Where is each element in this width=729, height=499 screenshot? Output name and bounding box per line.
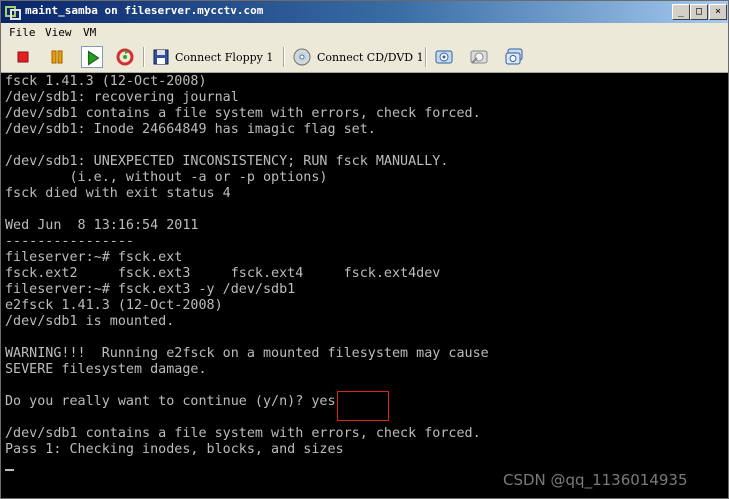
connect-cd-dvd-button[interactable]: Connect CD/DVD 1 bbox=[317, 51, 424, 64]
menu-file[interactable]: File bbox=[9, 26, 36, 39]
terminal-line: e2fsck 1.41.3 (12-Oct-2008) bbox=[5, 298, 223, 313]
connect-floppy-button[interactable]: Connect Floppy 1 bbox=[175, 51, 273, 64]
terminal-line: fsck.ext2 fsck.ext3 fsck.ext4 fsck.ext4d… bbox=[5, 266, 441, 281]
minimize-button[interactable]: _ bbox=[672, 4, 690, 20]
menu-vm[interactable]: VM bbox=[83, 26, 96, 39]
floppy-icon[interactable] bbox=[150, 46, 172, 68]
manage-snapshots-icon[interactable] bbox=[503, 46, 525, 68]
menu-view[interactable]: View bbox=[45, 26, 72, 39]
terminal-line: Pass 1: Checking inodes, blocks, and siz… bbox=[5, 442, 344, 457]
text-cursor bbox=[5, 469, 14, 471]
terminal-output: fsck 1.41.3 (12-Oct-2008)/dev/sdb1: reco… bbox=[5, 74, 489, 458]
close-button[interactable]: × bbox=[709, 4, 727, 20]
reset-button[interactable] bbox=[114, 46, 136, 68]
stop-button[interactable] bbox=[12, 46, 34, 68]
terminal-line: fileserver:~# fsck.ext3 -y /dev/sdb1 bbox=[5, 282, 296, 297]
maximize-button[interactable]: □ bbox=[690, 4, 708, 20]
terminal-line: WARNING!!! Running e2fsck on a mounted f… bbox=[5, 346, 489, 361]
watermark: CSDN @qq_1136014935 bbox=[503, 471, 688, 489]
pause-icon bbox=[51, 50, 63, 64]
terminal-line: Wed Jun 8 13:16:54 2011 bbox=[5, 218, 199, 233]
terminal-line: ---------------- bbox=[5, 234, 134, 249]
vm-console-screen[interactable]: fsck 1.41.3 (12-Oct-2008)/dev/sdb1: reco… bbox=[1, 73, 728, 498]
terminal-line: (i.e., without -a or -p options) bbox=[5, 170, 328, 185]
play-icon bbox=[88, 50, 100, 66]
pause-button[interactable] bbox=[46, 46, 68, 68]
play-button[interactable] bbox=[81, 46, 103, 68]
window-title: maint_samba on fileserver.mycctv.com bbox=[25, 4, 264, 17]
vm-app-icon bbox=[5, 4, 21, 20]
stop-icon bbox=[17, 51, 29, 63]
terminal-line: /dev/sdb1 contains a file system with er… bbox=[5, 106, 481, 121]
terminal-line: /dev/sdb1: UNEXPECTED INCONSISTENCY; RUN… bbox=[5, 154, 449, 169]
toolbar: Connect Floppy 1 Connect CD/DVD 1 bbox=[1, 42, 728, 73]
toolbar-separator bbox=[425, 47, 427, 67]
toolbar-separator bbox=[283, 47, 285, 67]
title-bar[interactable]: maint_samba on fileserver.mycctv.com _ □… bbox=[1, 1, 728, 23]
terminal-line: /dev/sdb1: Inode 24664849 has imagic fla… bbox=[5, 122, 376, 137]
terminal-line: fsck died with exit status 4 bbox=[5, 186, 231, 201]
terminal-line: /dev/sdb1 is mounted. bbox=[5, 314, 175, 329]
menu-bar: File View VM bbox=[1, 23, 728, 42]
terminal-line: Do you really want to continue (y/n)? ye… bbox=[5, 394, 336, 409]
terminal-line: fsck 1.41.3 (12-Oct-2008) bbox=[5, 74, 207, 89]
revert-snapshot-icon[interactable] bbox=[468, 46, 490, 68]
cd-dvd-icon[interactable] bbox=[291, 46, 313, 68]
snapshot-icon[interactable] bbox=[433, 46, 455, 68]
terminal-line: fileserver:~# fsck.ext bbox=[5, 250, 183, 265]
vm-console-window: maint_samba on fileserver.mycctv.com _ □… bbox=[0, 0, 729, 499]
yes-highlight-box bbox=[337, 391, 389, 421]
toolbar-separator bbox=[143, 47, 145, 67]
terminal-line: /dev/sdb1: recovering journal bbox=[5, 90, 239, 105]
terminal-line: SEVERE filesystem damage. bbox=[5, 362, 207, 377]
reset-icon bbox=[116, 48, 134, 66]
terminal-line: /dev/sdb1 contains a file system with er… bbox=[5, 426, 481, 441]
